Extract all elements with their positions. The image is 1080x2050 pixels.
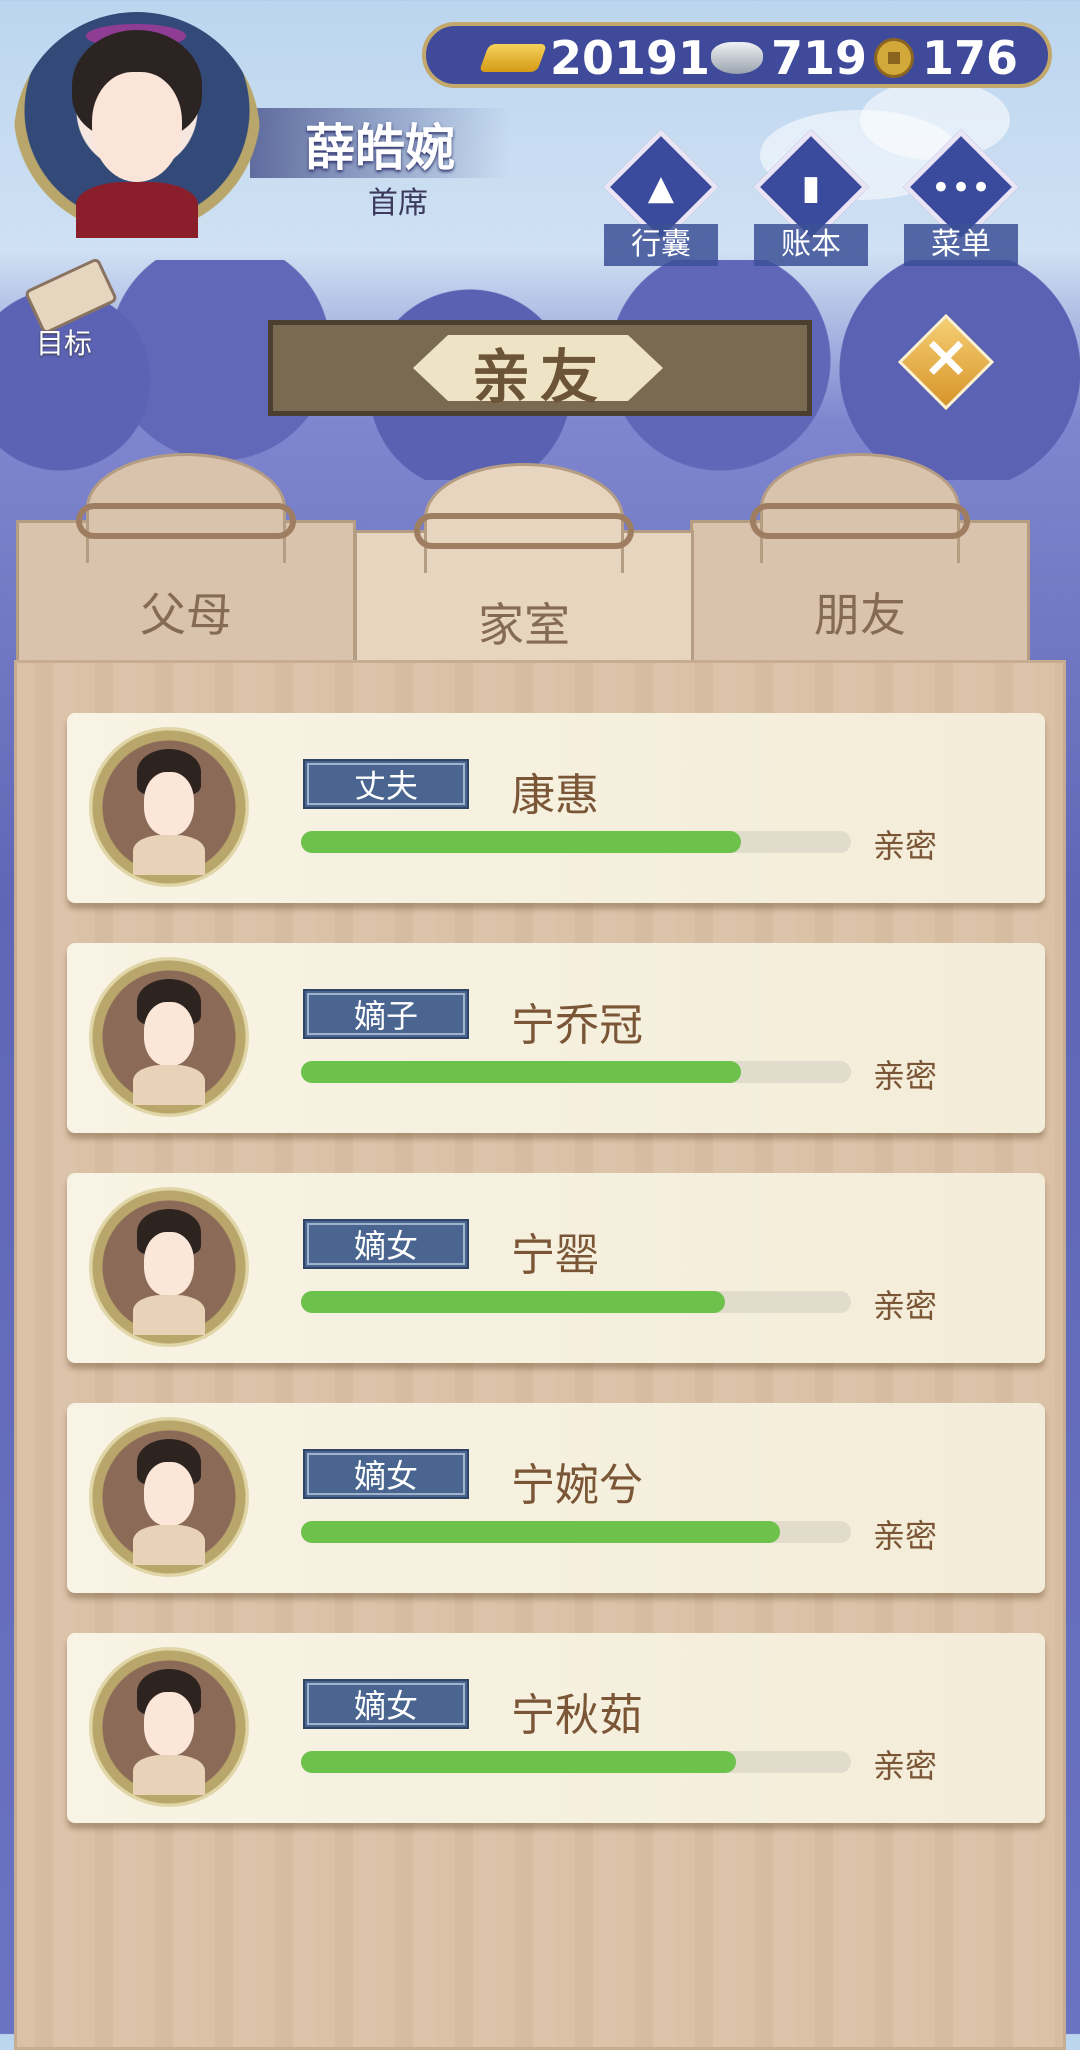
affinity-bar-fill — [301, 1521, 780, 1543]
coin-amount: 176 — [922, 31, 1019, 85]
avatar-face — [92, 72, 182, 182]
player-avatar[interactable] — [14, 12, 260, 258]
role-badge: 丈夫 — [303, 759, 469, 809]
tab-label: 家室 — [478, 598, 570, 652]
role-badge: 嫡女 — [303, 1219, 469, 1269]
list-item[interactable]: 嫡子 宁乔冠 亲密 — [67, 943, 1045, 1133]
player-rank: 首席 — [368, 186, 428, 221]
avatar-robe — [76, 182, 198, 238]
silver-ingot-icon — [711, 42, 763, 74]
list-item[interactable]: 嫡女 宁罂 亲密 — [67, 1173, 1045, 1363]
menu-button[interactable]: ••• 菜单 — [898, 129, 1019, 270]
member-portrait — [89, 1187, 249, 1347]
relation-status: 亲密 — [873, 1287, 938, 1325]
ledger-button[interactable]: ▮ 账本 — [748, 129, 869, 270]
gold-currency: 20191 — [478, 30, 711, 86]
goal-button[interactable]: 目标 — [10, 256, 119, 362]
role-badge: 嫡子 — [303, 989, 469, 1039]
affinity-bar — [301, 1291, 851, 1313]
affinity-bar-fill — [301, 1061, 741, 1083]
relation-status: 亲密 — [873, 1057, 938, 1095]
tab-label: 朋友 — [814, 588, 906, 642]
affinity-bar — [301, 1751, 851, 1773]
relation-status: 亲密 — [873, 827, 938, 865]
silver-currency: 719 — [711, 30, 867, 86]
member-portrait — [89, 1647, 249, 1807]
page-title: 亲友 — [471, 343, 608, 411]
tab-family[interactable]: 家室 — [354, 463, 694, 680]
list-item[interactable]: 丈夫 康惠 亲密 — [67, 713, 1045, 903]
affinity-bar-fill — [301, 1751, 736, 1773]
coin-currency: 176 — [874, 30, 1018, 86]
affinity-bar-fill — [301, 1291, 725, 1313]
member-name: 康惠 — [511, 770, 599, 821]
role-badge: 嫡女 — [303, 1679, 469, 1729]
tab-friends[interactable]: 朋友 — [690, 453, 1030, 670]
cloud-ornament-icon — [76, 503, 296, 539]
member-portrait — [89, 1417, 249, 1577]
silver-amount: 719 — [771, 31, 868, 85]
close-icon: × — [921, 322, 971, 390]
player-name: 薛皓婉 — [305, 119, 455, 177]
goal-label: 目标 — [36, 327, 93, 360]
role-badge: 嫡女 — [303, 1449, 469, 1499]
gold-amount: 20191 — [550, 31, 711, 85]
affinity-bar — [301, 831, 851, 853]
member-portrait — [89, 957, 249, 1117]
affinity-bar-fill — [301, 831, 741, 853]
menu-label: 菜单 — [904, 224, 1018, 266]
ledger-label: 账本 — [754, 224, 868, 266]
bag-button[interactable]: ▲ 行囊 — [598, 129, 719, 270]
relation-status: 亲密 — [873, 1747, 938, 1785]
member-name: 宁罂 — [511, 1230, 599, 1281]
member-portrait — [89, 727, 249, 887]
member-name: 宁秋茹 — [511, 1690, 643, 1741]
bag-label: 行囊 — [604, 224, 718, 266]
member-name: 宁乔冠 — [511, 1000, 643, 1051]
affinity-bar — [301, 1521, 851, 1543]
member-name: 宁婉兮 — [511, 1460, 643, 1511]
tab-label: 父母 — [140, 588, 232, 642]
gold-ingot-icon — [478, 44, 548, 72]
copper-coin-icon — [874, 38, 914, 78]
relation-status: 亲密 — [873, 1517, 938, 1555]
cloud-ornament-icon — [750, 503, 970, 539]
currency-bar: 20191 719 176 — [422, 22, 1052, 88]
list-item[interactable]: 嫡女 宁秋茹 亲密 — [67, 1633, 1045, 1823]
tab-parents[interactable]: 父母 — [16, 453, 356, 670]
list-item[interactable]: 嫡女 宁婉兮 亲密 — [67, 1403, 1045, 1593]
family-panel: 丈夫 康惠 亲密 嫡子 宁乔冠 亲密 嫡女 宁罂 亲密 嫡女 宁婉兮 亲密 嫡女… — [14, 660, 1066, 2050]
affinity-bar — [301, 1061, 851, 1083]
cloud-ornament-icon — [414, 513, 634, 549]
